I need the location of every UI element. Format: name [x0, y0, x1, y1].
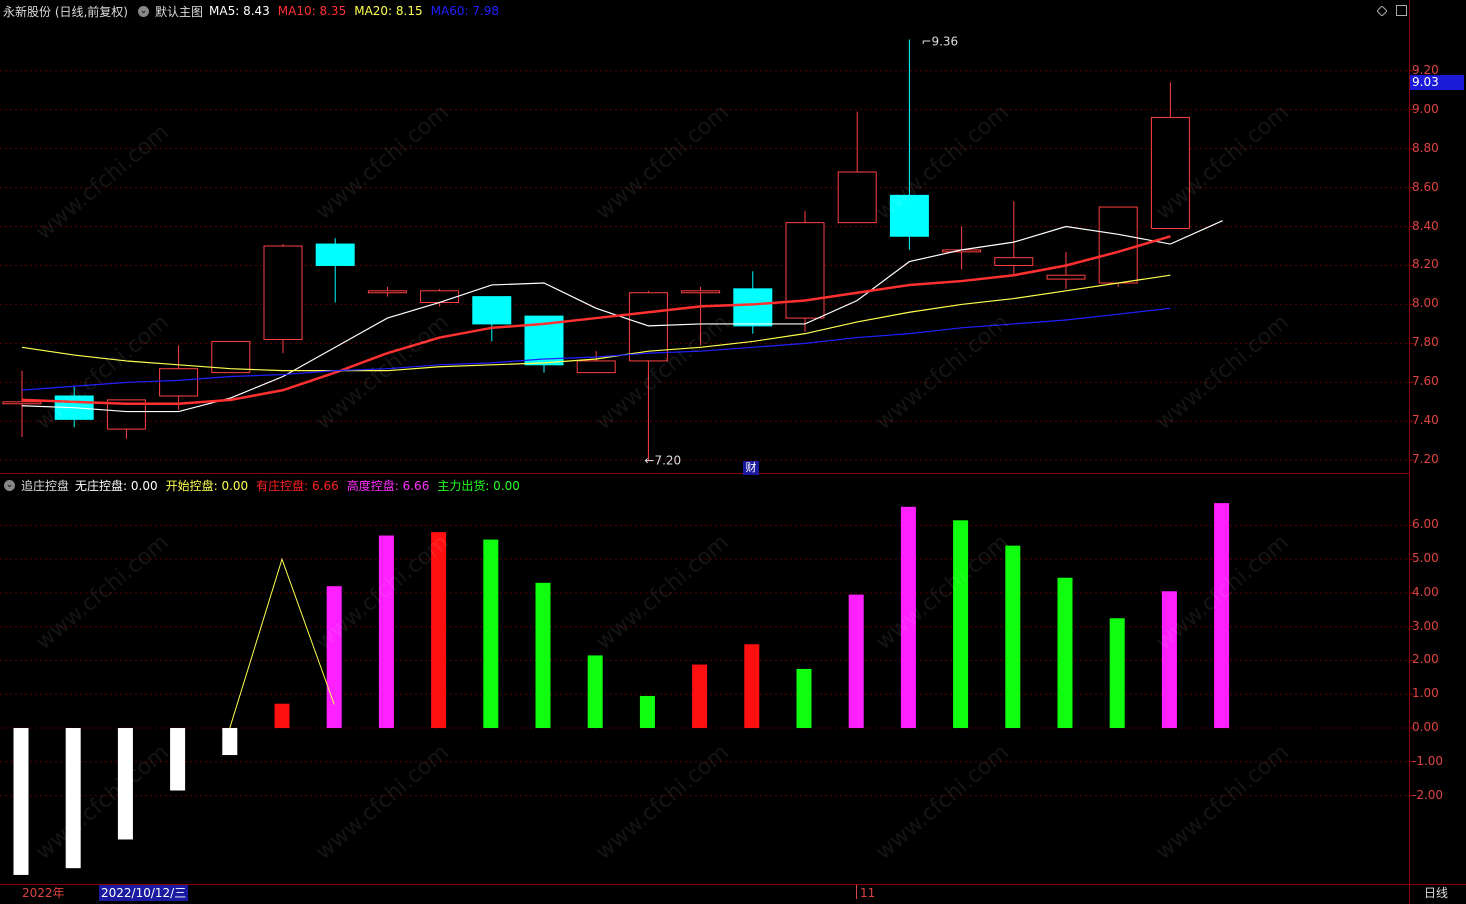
indicator-line [229, 557, 335, 729]
candle-body [837, 171, 877, 224]
indicator-axis-label: 2.00 [1412, 652, 1439, 667]
candle-body [785, 222, 825, 319]
pane-separator[interactable] [0, 473, 1410, 474]
indicator-name[interactable]: 追庄控盘 [21, 477, 69, 494]
price-axis-label: 8.20 [1412, 257, 1439, 272]
candle-body [1150, 116, 1190, 229]
indicator-axis-label: 0.00 [1412, 720, 1439, 735]
ma-legend-item: MA60: 7.98 [430, 4, 500, 18]
main-chart-header: 永新股份 (日线,前复权) ⌄ 默认主图 MA5: 8.43 MA10: 8.35… [0, 0, 513, 22]
indicator-axis-label: 4.00 [1412, 584, 1439, 599]
indicator-legend-item: 开始控盘: 0.00 [165, 478, 249, 493]
ma-legend: MA5: 8.43 MA10: 8.35 MA20: 8.15 MA60: 7.98 [209, 4, 507, 18]
indicator-bar [170, 728, 186, 791]
price-axis-label: 7.40 [1412, 413, 1439, 428]
indicator-legend-item: 高度控盘: 6.66 [346, 478, 430, 493]
chart-canvas[interactable]: ⌐9.36 ←7.20 [0, 0, 1466, 904]
indicator-bar [1161, 591, 1177, 729]
indicator-bar [744, 644, 760, 729]
candle-body [576, 360, 616, 374]
year-label: 2022年 [22, 886, 65, 900]
financial-report-tag[interactable]: 财 [743, 461, 759, 475]
price-axis-label: 7.80 [1412, 335, 1439, 350]
candle-body [1098, 206, 1138, 284]
indicator-bar [953, 520, 969, 729]
candle-body [263, 245, 303, 340]
indicator-bar [900, 506, 916, 729]
indicator-bar [378, 535, 394, 729]
price-axis-label: 9.00 [1412, 101, 1439, 116]
indicator-legend-item: 主力出货: 0.00 [437, 478, 520, 493]
month-tick-label: 11 [860, 886, 876, 900]
candle-body [159, 368, 199, 397]
indicator-axis-label: 5.00 [1412, 551, 1439, 566]
indicator-bar [1057, 577, 1073, 729]
month-tick-line [856, 885, 857, 899]
stock-title[interactable]: 永新股份 (日线,前复权) [3, 3, 128, 20]
indicator-bar [326, 586, 342, 729]
low-price-marker: ←7.20 [644, 453, 681, 467]
collapse-icon[interactable]: ⌄ [4, 479, 15, 491]
last-price-tag: 9.03 [1410, 75, 1464, 90]
candle-body [994, 257, 1034, 266]
price-axis-label: 8.40 [1412, 218, 1439, 233]
period-label[interactable]: 日线 [1424, 885, 1448, 901]
candle-body [420, 290, 460, 303]
ma-legend-item: MA5: 8.43 [209, 4, 270, 18]
indicator-axis-label: 6.00 [1412, 517, 1439, 532]
price-axis-label: 8.00 [1412, 296, 1439, 311]
price-axis-label: 7.60 [1412, 374, 1439, 389]
indicator-bar [13, 728, 29, 875]
candle-body [2, 401, 42, 405]
indicator-bar [692, 664, 708, 729]
indicator-header: ⌄ 追庄控盘 无庄控盘: 0.00 开始控盘: 0.00 有庄控盘: 6.66 高度控… [0, 474, 534, 496]
indicator-legend-item: 无庄控盘: 0.00 [75, 478, 158, 493]
cursor-date: 2022/10/12/三 [99, 885, 189, 901]
template-label[interactable]: 默认主图 [155, 3, 203, 20]
candle-body [889, 194, 929, 237]
indicator-bar [796, 668, 812, 729]
indicator-bar [65, 728, 81, 869]
indicator-bar [1109, 618, 1125, 729]
candle-body [1046, 274, 1086, 280]
candle-body [367, 290, 407, 294]
indicator-bar [535, 582, 551, 729]
maximize-icon[interactable] [1396, 5, 1407, 16]
candle-body [315, 243, 355, 266]
indicator-bar [274, 703, 290, 729]
indicator-axis-label: 1.00 [1412, 686, 1439, 701]
candle-body [681, 290, 721, 294]
price-axis-label: 7.20 [1412, 452, 1439, 467]
indicator-axis-label: -1.00 [1412, 753, 1444, 768]
indicator-bar [639, 695, 655, 729]
indicator-bar [848, 594, 864, 729]
indicator-axis-label: -2.00 [1412, 787, 1444, 802]
diamond-icon[interactable] [1376, 5, 1388, 17]
candle-body [733, 288, 773, 327]
indicator-bar [222, 728, 238, 756]
indicator-bar [1214, 503, 1230, 729]
indicator-legend-item: 有庄控盘: 6.66 [256, 478, 339, 493]
indicator-bar [431, 532, 447, 729]
price-axis-label: 8.60 [1412, 179, 1439, 194]
indicator-bar [483, 539, 499, 729]
collapse-icon[interactable]: ⌄ [138, 5, 149, 17]
time-axis [0, 884, 1466, 904]
indicator-bar [117, 728, 133, 840]
candle-body [472, 296, 512, 325]
price-axis-label: 8.80 [1412, 140, 1439, 155]
ma-legend-item: MA20: 8.15 [354, 4, 423, 18]
price-axis-line [1409, 0, 1410, 904]
high-price-marker: ⌐9.36 [921, 35, 958, 49]
indicator-bar [1005, 545, 1021, 729]
indicator-axis-label: 3.00 [1412, 618, 1439, 633]
indicator-legend: 无庄控盘: 0.00 开始控盘: 0.00 有庄控盘: 6.66 高度控盘: 6.66… [75, 477, 528, 494]
ma-legend-item: MA10: 8.35 [277, 4, 347, 18]
indicator-bar [587, 655, 603, 729]
